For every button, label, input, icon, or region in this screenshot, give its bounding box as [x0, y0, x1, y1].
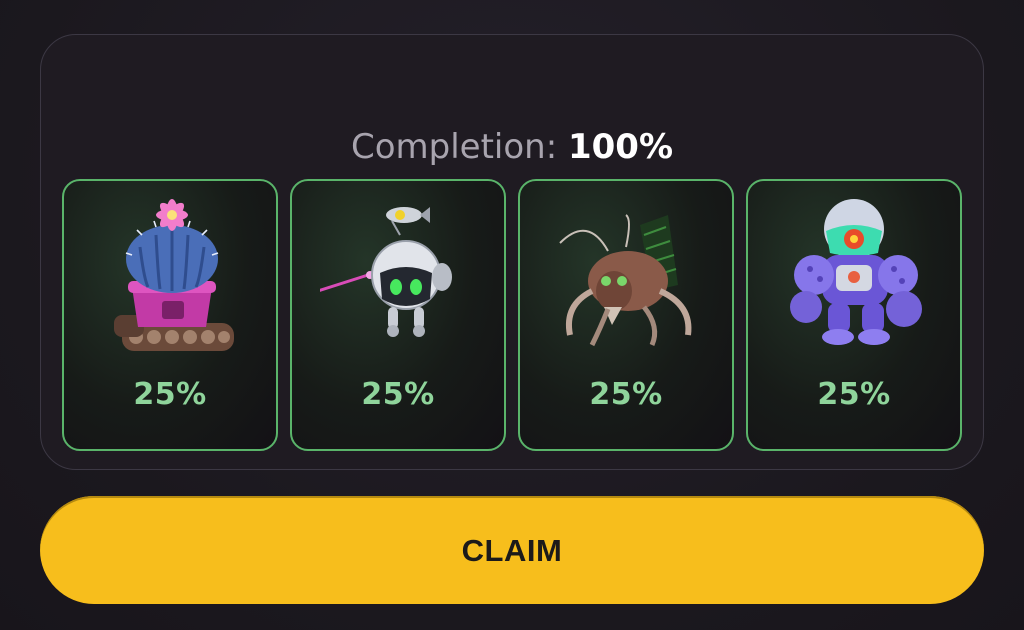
floating-orb-robot-icon — [320, 207, 452, 337]
claim-button[interactable]: CLAIM — [40, 496, 984, 604]
reward-card-2[interactable]: 25% — [290, 179, 506, 451]
card-percent: 25% — [817, 377, 891, 412]
completion-value: 100% — [567, 127, 674, 167]
completion-heading: Completion: 100% — [41, 125, 983, 169]
card-row: 25% 25% 25% 25% — [62, 179, 964, 451]
completion-label: Completion: — [350, 127, 558, 167]
reward-screen: Completion: 100% 25% 25% 25% 25% CLAIM — [0, 0, 1024, 630]
reward-card-1[interactable]: 25% — [62, 179, 278, 451]
reward-card-4[interactable]: 25% — [746, 179, 962, 451]
card-percent: 25% — [133, 377, 207, 412]
reward-card-3[interactable]: 25% — [518, 179, 734, 451]
mechanical-ant-icon — [559, 214, 692, 347]
card-percent: 25% — [589, 377, 663, 412]
cactus-tank-robot-icon — [114, 199, 234, 351]
purple-diver-mech-icon — [790, 199, 922, 345]
card-percent: 25% — [361, 377, 435, 412]
